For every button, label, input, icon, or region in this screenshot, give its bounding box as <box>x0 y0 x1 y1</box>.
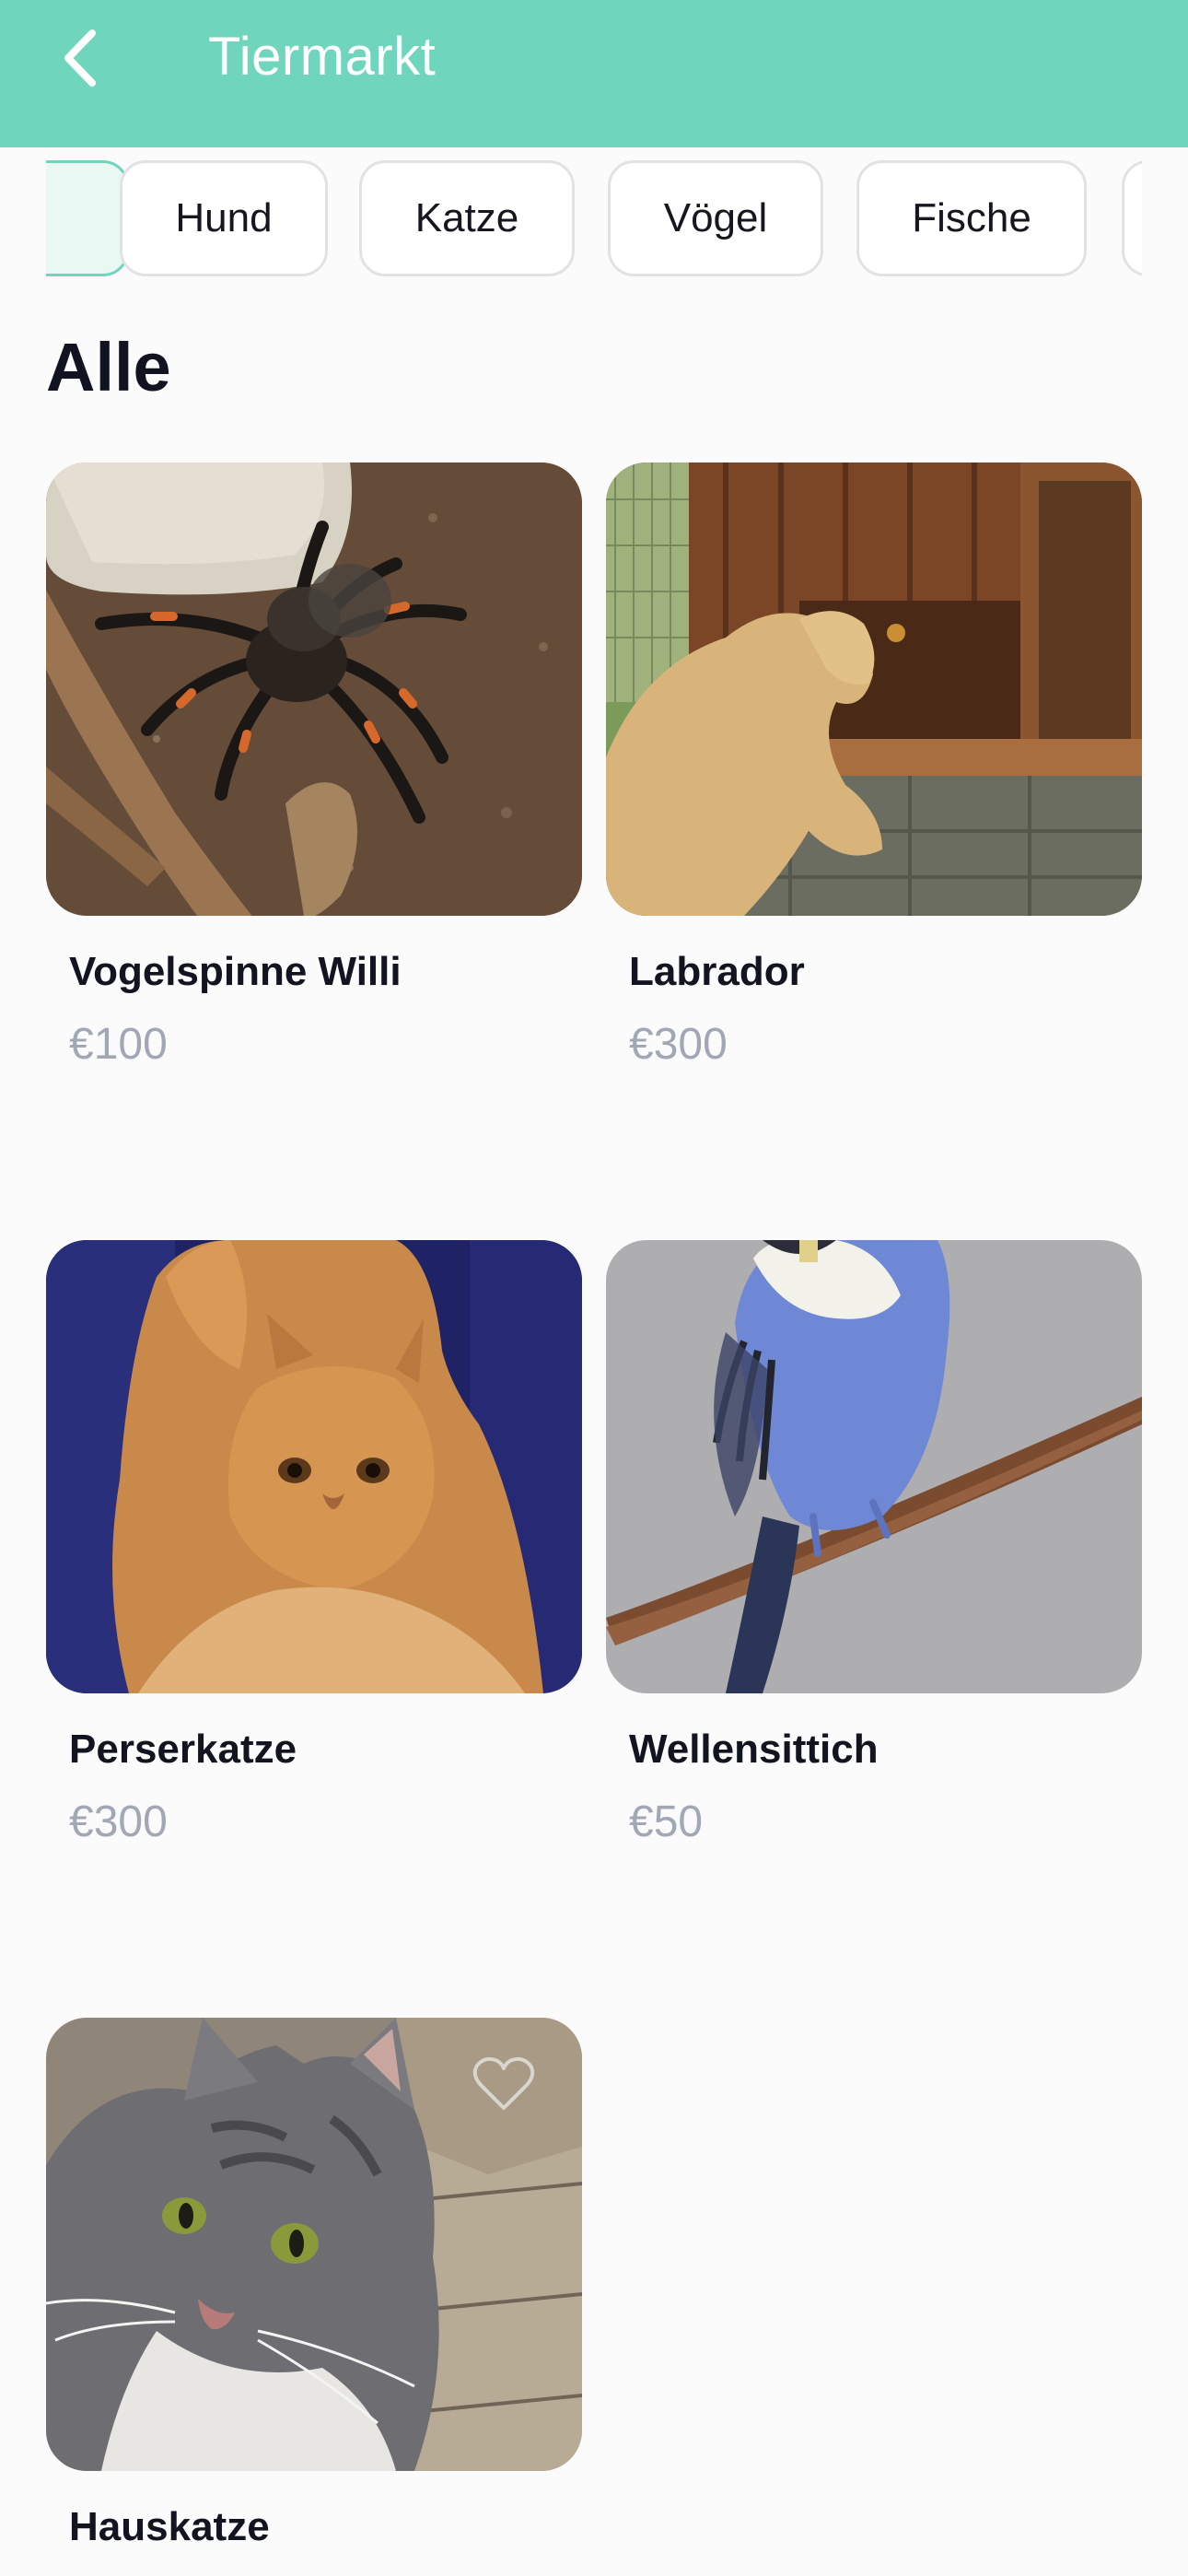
chip-hund[interactable]: Hund <box>120 160 328 276</box>
listing-price: €50 <box>629 1797 704 1846</box>
listing-name: Wellensittich <box>629 1727 879 1772</box>
listing-price: €100 <box>69 1020 168 1069</box>
heart-icon[interactable] <box>472 2055 536 2113</box>
listing-image-budgie <box>606 1240 1142 1693</box>
listing-image-labrador <box>606 463 1142 916</box>
chip-fische[interactable]: Fische <box>856 160 1087 276</box>
category-filter-bar[interactable]: Hund Katze Vögel Fische <box>46 158 1142 280</box>
listing-image-domestic-cat <box>46 2018 582 2471</box>
page-title: Tiermarkt <box>208 27 437 87</box>
chip-katze[interactable]: Katze <box>359 160 575 276</box>
listing-name: Hauskatze <box>69 2504 270 2549</box>
chevron-left-icon <box>64 29 96 87</box>
listing-price: €300 <box>69 1797 168 1846</box>
back-button[interactable] <box>48 17 122 100</box>
chip-voegel[interactable]: Vögel <box>608 160 823 276</box>
chip-next[interactable] <box>1122 160 1142 276</box>
listing-name: Vogelspinne Willi <box>69 949 402 994</box>
app-header: Tiermarkt <box>0 0 1188 147</box>
listing-image-tarantula <box>46 463 582 916</box>
listing-image-persian-cat <box>46 1240 582 1693</box>
app-screen: Tiermarkt Hund Katze Vögel Fische Alle V… <box>0 0 1188 2576</box>
listing-name: Perserkatze <box>69 1727 297 1772</box>
section-title: Alle <box>46 329 171 405</box>
listing-name: Labrador <box>629 949 805 994</box>
chip-all-selected[interactable] <box>46 160 129 276</box>
listing-price: €300 <box>629 1020 728 1069</box>
